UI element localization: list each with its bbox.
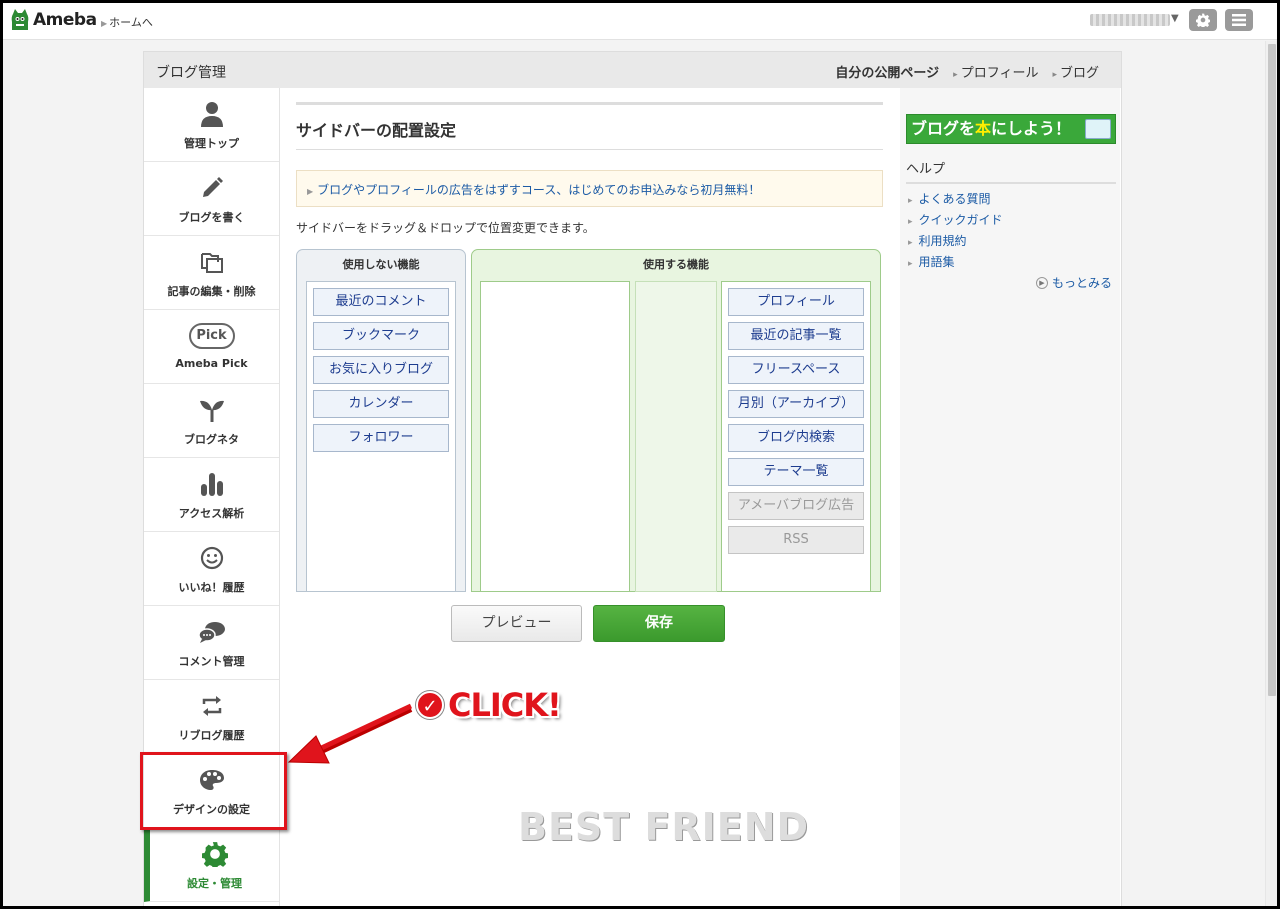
- browser-frame: Ameba ▶ホームへ ▼ ブログ管理 自分の公開ページ プロフィール ブログ: [3, 3, 1277, 906]
- click-annotation: ✓ CLICK!: [416, 686, 562, 724]
- checkmark-icon: ✓: [416, 691, 444, 719]
- click-label: CLICK!: [448, 686, 562, 724]
- highlight-box: [140, 752, 287, 830]
